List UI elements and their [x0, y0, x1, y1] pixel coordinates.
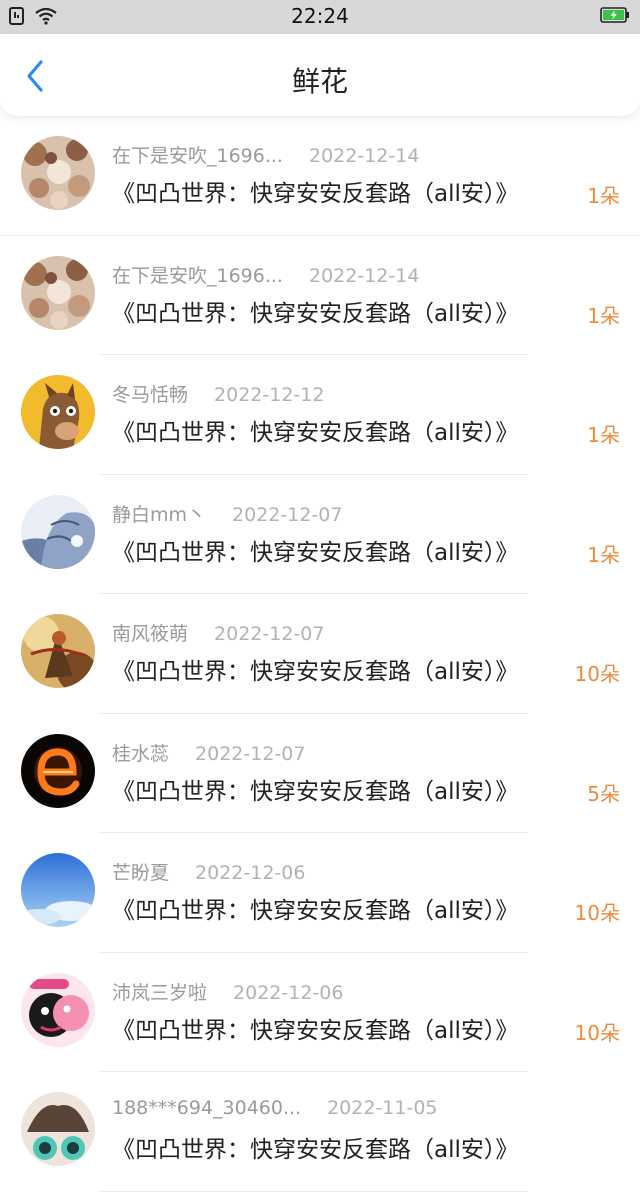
item-date: 2022-12-14: [308, 145, 420, 167]
list-item[interactable]: 南风筱萌 2022-12-07 《凹凸世界：快穿安安反套路（all安）》 10朵: [0, 594, 640, 714]
item-date: 2022-12-12: [214, 384, 325, 406]
user-name: 在下是安吹_1696...: [112, 264, 283, 287]
user-name: 静白mm丶: [112, 503, 207, 526]
status-time: 22:24: [291, 4, 349, 28]
item-date: 2022-12-07: [214, 623, 325, 645]
user-name: 芒盼夏: [112, 862, 170, 884]
item-date: 2022-12-14: [308, 264, 420, 287]
book-title: 《凹凸世界：快穿安安反套路（all安）》: [112, 181, 519, 207]
item-meta: 南风筱萌 2022-12-07: [112, 619, 324, 646]
user-name: 在下是安吹_1696...: [112, 145, 283, 167]
page-title: 鲜花: [291, 65, 348, 98]
avatar: [21, 733, 95, 808]
flower-count: 1朵: [587, 423, 620, 447]
user-name: 桂水蕊: [112, 742, 170, 765]
flower-count: 10朵: [574, 901, 620, 925]
list-item[interactable]: 芒盼夏 2022-12-06 《凹凸世界：快穿安安反套路（all安）》 10朵: [0, 833, 640, 953]
user-name: 沛岚三岁啦: [112, 981, 208, 1004]
flower-count: 10朵: [574, 662, 620, 686]
book-title: 《凹凸世界：快穿安安反套路（all安）》: [112, 539, 519, 566]
book-title: 《凹凸世界：快穿安安反套路（all安）》: [112, 420, 519, 446]
avatar: [21, 136, 95, 210]
list-item[interactable]: 188***694_30460... 2022-11-05 《凹凸世界：快穿安安反…: [0, 1072, 640, 1192]
item-date: 2022-12-07: [232, 503, 343, 526]
list-item[interactable]: 冬马恬畅 2022-12-12 《凹凸世界：快穿安安反套路（all安）》 1朵: [0, 355, 640, 475]
list-item[interactable]: 沛岚三岁啦 2022-12-06 《凹凸世界：快穿安安反套路（all安）》 10朵: [0, 953, 640, 1073]
item-meta: 桂水蕊 2022-12-07: [112, 739, 305, 766]
avatar: [21, 853, 95, 927]
avatar: [21, 972, 95, 1047]
flower-count: 1朵: [587, 184, 620, 208]
flower-count: 1朵: [587, 542, 620, 567]
avatar: [21, 1092, 95, 1166]
avatar: [21, 494, 95, 569]
avatar: [21, 375, 95, 449]
avatar: [21, 614, 95, 688]
flower-list: 在下是安吹_1696... 2022-12-14 《凹凸世界：快穿安安反套路（al…: [0, 116, 640, 1192]
header-bar: 鲜花: [0, 34, 640, 116]
user-name: 冬马恬畅: [112, 384, 189, 406]
user-name: 188***694_30460...: [112, 1097, 302, 1119]
item-date: 2022-12-06: [195, 862, 306, 884]
item-meta: 在下是安吹_1696... 2022-12-14: [112, 141, 419, 168]
list-item[interactable]: 静白mm丶 2022-12-07 《凹凸世界：快穿安安反套路（all安）》 1朵: [0, 475, 640, 595]
book-title: 《凹凸世界：快穿安安反套路（all安）》: [112, 1017, 519, 1044]
flower-count: 1朵: [587, 303, 620, 328]
item-meta: 冬马恬畅 2022-12-12: [112, 380, 324, 407]
list-item[interactable]: 在下是安吹_1696... 2022-12-14 《凹凸世界：快穿安安反套路（al…: [0, 116, 640, 236]
item-meta: 188***694_30460... 2022-11-05: [112, 1097, 438, 1119]
status-bar: 22:24: [0, 0, 640, 34]
item-meta: 沛岚三岁啦 2022-12-06: [112, 978, 343, 1005]
item-date: 2022-11-05: [327, 1097, 438, 1119]
battery-charging-icon: [600, 7, 630, 23]
avatar: [21, 255, 95, 330]
book-title: 《凹凸世界：快穿安安反套路（all安）》: [112, 1137, 519, 1163]
item-date: 2022-12-07: [195, 742, 306, 765]
list-item[interactable]: 桂水蕊 2022-12-07 《凹凸世界：快穿安安反套路（all安）》 5朵: [0, 714, 640, 834]
user-name: 南风筱萌: [112, 623, 189, 645]
book-title: 《凹凸世界：快穿安安反套路（all安）》: [112, 778, 519, 805]
book-title: 《凹凸世界：快穿安安反套路（all安）》: [112, 898, 519, 924]
book-title: 《凹凸世界：快穿安安反套路（all安）》: [112, 659, 519, 685]
flower-count: 5朵: [587, 781, 620, 806]
item-meta: 芒盼夏 2022-12-06: [112, 858, 305, 885]
item-meta: 在下是安吹_1696... 2022-12-14: [112, 261, 419, 288]
book-title: 《凹凸世界：快穿安安反套路（all安）》: [112, 300, 519, 327]
flower-count: 10朵: [574, 1020, 620, 1045]
item-date: 2022-12-06: [233, 981, 344, 1004]
item-meta: 静白mm丶 2022-12-07: [112, 500, 342, 527]
list-item[interactable]: 在下是安吹_1696... 2022-12-14 《凹凸世界：快穿安安反套路（al…: [0, 236, 640, 356]
